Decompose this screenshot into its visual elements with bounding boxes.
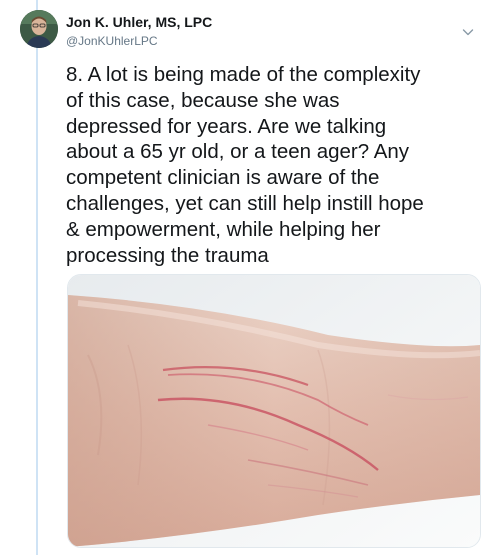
tweet-body-text: 8. A lot is being made of the complexity…: [66, 63, 424, 267]
tweet-menu-button[interactable]: [460, 24, 476, 40]
author-handle[interactable]: @JonKUhlerLPC: [66, 33, 454, 49]
tweet-media-photo[interactable]: [67, 274, 481, 548]
forearm-scars-photo: [68, 275, 480, 547]
author-display-name[interactable]: Jon K. Uhler, MS, LPC: [66, 13, 454, 31]
thread-connector-line: [36, 0, 38, 555]
tweet-header: Jon K. Uhler, MS, LPC @JonKUhlerLPC: [66, 13, 454, 49]
chevron-down-icon: [462, 29, 474, 36]
profile-photo-icon: [20, 10, 58, 48]
author-avatar[interactable]: [20, 10, 58, 48]
